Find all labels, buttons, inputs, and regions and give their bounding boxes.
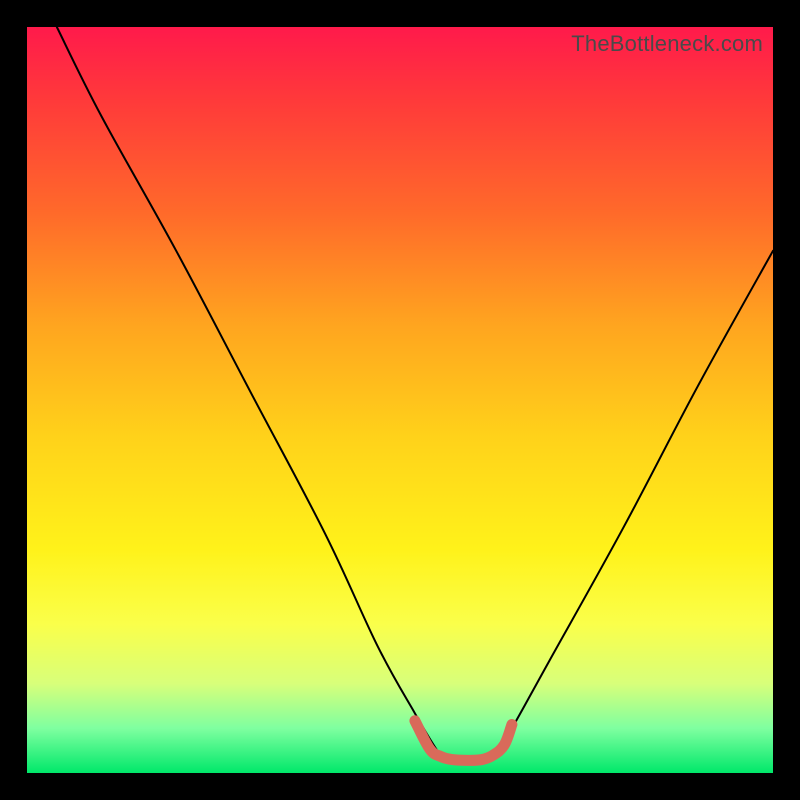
bottleneck-curve: [57, 27, 773, 762]
chart-svg: [27, 27, 773, 773]
chart-frame: TheBottleneck.com: [0, 0, 800, 800]
valley-highlight: [415, 721, 512, 761]
plot-area: TheBottleneck.com: [27, 27, 773, 773]
